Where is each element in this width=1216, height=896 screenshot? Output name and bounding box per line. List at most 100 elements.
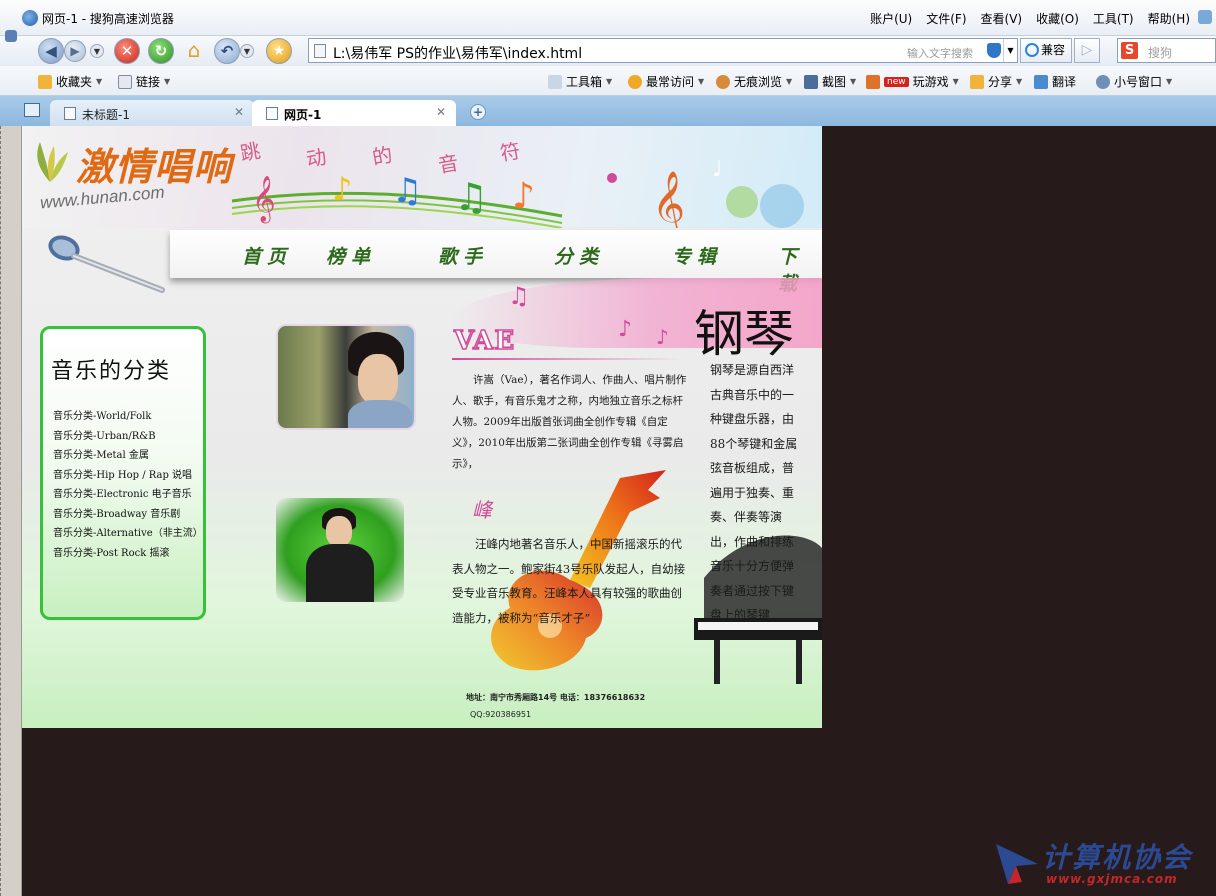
security-shield-icon[interactable]: [987, 43, 1001, 58]
category-link[interactable]: 音乐分类-Metal 金属: [53, 446, 203, 466]
category-link[interactable]: 音乐分类-Alternative（非主流）: [53, 524, 203, 544]
window-title: 网页-1 - 搜狗高速浏览器: [42, 12, 174, 26]
chevron-down-icon: ▼: [1166, 77, 1173, 86]
private-browsing-menu[interactable]: 无痕浏览 ▼: [716, 73, 792, 90]
translate-button[interactable]: 翻译: [1034, 73, 1076, 90]
strip-icon: [5, 30, 17, 42]
category-link[interactable]: 音乐分类-Post Rock 摇滚: [53, 544, 203, 564]
sidebar-title: 音乐的分类: [51, 359, 172, 384]
web-page: 激情唱响 www.hunan.com 跳 动 的 音 符 𝄞 ♪ ♫ ♫ ♪ 𝄞…: [22, 126, 822, 728]
share-menu[interactable]: 分享 ▼: [970, 73, 1022, 90]
category-list: 音乐分类-World/Folk 音乐分类-Urban/R&B 音乐分类-Meta…: [53, 407, 203, 563]
chevron-down-icon: ▼: [96, 77, 103, 86]
history-dropdown-icon[interactable]: ▼: [90, 44, 104, 58]
games-menu[interactable]: new 玩游戏 ▼: [866, 73, 959, 90]
share-label: 分享: [988, 75, 1013, 89]
folder-icon: [118, 74, 132, 89]
chevron-down-icon: ▼: [786, 77, 793, 86]
menu-account[interactable]: 账户(U): [870, 10, 912, 27]
watermark: 计算机协会 www.gxjmca.com: [992, 836, 1212, 892]
search-placeholder: 搜狗: [1148, 46, 1173, 60]
svg-text:♪: ♪: [618, 317, 632, 342]
forward-button[interactable]: ▶: [64, 40, 86, 62]
left-side-strip: [0, 30, 22, 896]
refresh-button[interactable]: ↻: [148, 38, 174, 64]
sidebar-toggle-icon[interactable]: [24, 103, 40, 117]
menu-help[interactable]: 帮助(H): [1148, 10, 1190, 27]
favorites-label: 收藏夹: [56, 75, 93, 89]
footer-address: 地址：南宁市秀厢路14号 电话：18376618632: [466, 693, 646, 702]
footer-qq: QQ:920386951: [470, 710, 532, 719]
tab-untitled[interactable]: 未标题-1 ✕: [50, 100, 254, 126]
translate-icon: [1034, 74, 1048, 89]
menu-favorites[interactable]: 收藏(O): [1036, 10, 1079, 27]
favorites-bar: 收藏夹 ▼ 链接 ▼ 工具箱 ▼ 最常访问 ▼ 无痕浏览 ▼ 截图 ▼ new …: [0, 66, 1216, 96]
small-window-menu[interactable]: 小号窗口 ▼: [1096, 73, 1172, 90]
chevron-down-icon: ▼: [164, 77, 171, 86]
dashed-border: [0, 126, 3, 896]
address-url[interactable]: L:\易伟军 PS的作业\易伟军\index.html: [333, 43, 582, 63]
feng-paragraph: 汪峰内地著名音乐人，中国新摇滚乐的代表人物之一。鲍家街43号乐队发起人，自幼接受…: [452, 537, 686, 625]
menu-bar: 账户(U) 文件(F) 查看(V) 收藏(O) 工具(T) 帮助(H): [870, 10, 1190, 27]
menu-view[interactable]: 查看(V): [981, 10, 1023, 27]
favorites-menu[interactable]: 收藏夹 ▼: [38, 73, 102, 90]
undo-close-button[interactable]: ↶: [214, 38, 240, 64]
vae-paragraph: 许嵩（Vae），著名作词人、作曲人、唱片制作人、歌手，有音乐鬼才之称，内地独立音…: [452, 374, 687, 470]
title-bar: 网页-1 - 搜狗高速浏览器 账户(U) 文件(F) 查看(V) 收藏(O) 工…: [0, 0, 1216, 36]
undo-dropdown-icon[interactable]: ▼: [240, 44, 254, 58]
menu-file[interactable]: 文件(F): [926, 10, 966, 27]
vae-heading: VAE: [453, 325, 516, 357]
piano-heading: 钢琴: [694, 305, 794, 363]
address-bar[interactable]: L:\易伟军 PS的作业\易伟军\index.html 输入文字搜索 ▼: [308, 38, 1018, 63]
translate-label: 翻译: [1052, 75, 1077, 89]
page-viewport[interactable]: 激情唱响 www.hunan.com 跳 动 的 音 符 𝄞 ♪ ♫ ♫ ♪ 𝄞…: [22, 126, 1216, 896]
category-link[interactable]: 音乐分类-Urban/R&B: [53, 427, 203, 447]
page-icon: [314, 44, 326, 58]
ie-icon: [1025, 43, 1039, 57]
game-icon: [866, 74, 880, 89]
navigation-bar: ◀ ▶ ▼ ✕ ↻ ⌂ ↶ ▼ ★ L:\易伟军 PS的作业\易伟军\index…: [0, 36, 1216, 66]
screenshot-menu[interactable]: 截图 ▼: [804, 73, 856, 90]
toolbox-menu[interactable]: 工具箱 ▼: [548, 73, 612, 90]
category-link[interactable]: 音乐分类-World/Folk: [53, 407, 203, 427]
search-box[interactable]: S 搜狗: [1117, 38, 1216, 63]
tab-webpage[interactable]: 网页-1 ✕: [252, 100, 456, 126]
watermark-text: 计算机协会: [1042, 841, 1193, 874]
photo-detail: [358, 354, 398, 404]
home-icon[interactable]: ⌂: [182, 38, 206, 62]
chevron-down-icon: ▼: [606, 77, 613, 86]
watermark-url: www.gxjmca.com: [1046, 872, 1178, 886]
links-label: 链接: [136, 75, 161, 89]
toolbox-icon: [548, 74, 562, 89]
wangfeng-photo: [276, 498, 404, 602]
favorite-star-button[interactable]: ★: [266, 38, 292, 64]
links-menu[interactable]: 链接 ▼: [118, 73, 170, 90]
tab-label: 未标题-1: [82, 108, 130, 122]
chevron-down-icon: ▼: [850, 77, 857, 86]
page-icon: [64, 107, 76, 120]
frequent-menu[interactable]: 最常访问 ▼: [628, 73, 704, 90]
private-label: 无痕浏览: [734, 75, 783, 89]
private-icon: [716, 74, 730, 89]
compat-label: 兼容: [1041, 43, 1066, 57]
star-folder-icon: [38, 74, 52, 89]
share-icon: [970, 74, 984, 89]
new-tab-button[interactable]: +: [470, 104, 486, 120]
new-badge: new: [884, 76, 909, 87]
piano-paragraph: 钢琴是源自西洋古典音乐中的一种键盘乐器，由88个琴键和金属弦音板组成，普遍用于独…: [710, 363, 798, 622]
stop-button[interactable]: ✕: [114, 38, 140, 64]
screenshot-icon: [804, 74, 818, 89]
close-icon[interactable]: ✕: [234, 105, 244, 119]
sogou-search-icon: S: [1121, 42, 1138, 59]
close-icon[interactable]: ✕: [436, 105, 446, 119]
address-dropdown-icon[interactable]: ▼: [1003, 39, 1017, 62]
menu-tools[interactable]: 工具(T): [1093, 10, 1134, 27]
go-button[interactable]: ▷: [1074, 38, 1100, 63]
category-link[interactable]: 音乐分类-Electronic 电子音乐: [53, 485, 203, 505]
back-button[interactable]: ◀: [38, 38, 64, 64]
category-sidebar: 音乐的分类 音乐分类-World/Folk 音乐分类-Urban/R&B 音乐分…: [40, 326, 206, 620]
skin-icon[interactable]: [1198, 10, 1212, 24]
compat-mode-button[interactable]: 兼容: [1020, 38, 1072, 63]
category-link[interactable]: 音乐分类-Broadway 音乐剧: [53, 505, 203, 525]
category-link[interactable]: 音乐分类-Hip Hop / Rap 说唱: [53, 466, 203, 486]
